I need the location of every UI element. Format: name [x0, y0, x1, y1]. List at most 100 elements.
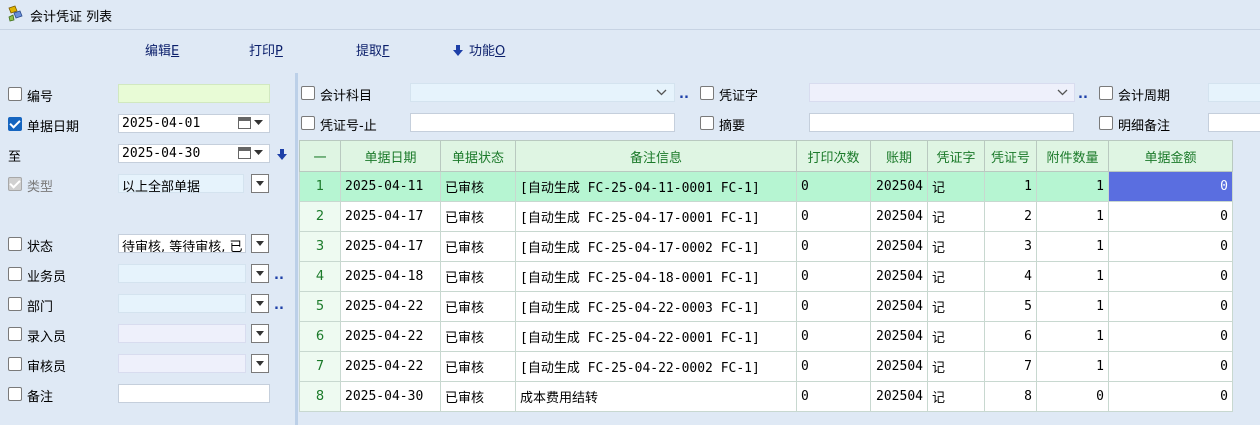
salesman-browse-button[interactable]: ..: [274, 268, 284, 283]
voucher-word-browse-button[interactable]: ..: [1078, 87, 1088, 102]
row-index[interactable]: 5: [299, 291, 341, 322]
entry-clerk-checkbox[interactable]: [8, 327, 22, 341]
cell-remark[interactable]: [自动生成 FC-25-04-11-0001 FC-1]: [515, 171, 797, 202]
cell-voucher-word[interactable]: 记: [927, 321, 985, 352]
voucher-no-end-input[interactable]: [410, 113, 675, 132]
summary-checkbox[interactable]: [700, 116, 714, 130]
row-index[interactable]: 6: [299, 321, 341, 352]
remark-input[interactable]: [118, 384, 270, 403]
row-index[interactable]: 1: [299, 171, 341, 202]
cell-amount[interactable]: 0: [1108, 261, 1233, 292]
cell-amount[interactable]: 0: [1108, 381, 1233, 412]
status-select[interactable]: 待审核, 等待审核, 已: [118, 234, 246, 253]
cell-period[interactable]: 202504: [870, 171, 928, 202]
calendar-icon[interactable]: [238, 117, 251, 129]
row-index[interactable]: 3: [299, 231, 341, 262]
department-dropdown-button[interactable]: [251, 294, 269, 313]
col-header-date[interactable]: 单据日期: [340, 140, 441, 172]
cell-voucher-word[interactable]: 记: [927, 201, 985, 232]
table-row[interactable]: 6 2025-04-22 已审核 [自动生成 FC-25-04-22-0001 FC-…: [299, 321, 1233, 352]
cell-attachments[interactable]: 1: [1036, 291, 1109, 322]
voucher-no-end-checkbox[interactable]: [301, 116, 315, 130]
cell-attachments[interactable]: 1: [1036, 171, 1109, 202]
cell-voucher-word[interactable]: 记: [927, 291, 985, 322]
col-header-amount[interactable]: 单据金额: [1108, 140, 1233, 172]
cell-voucher-no[interactable]: 4: [984, 261, 1037, 292]
chevron-down-icon[interactable]: [1057, 89, 1068, 96]
cell-voucher-no[interactable]: 7: [984, 351, 1037, 382]
grid-corner[interactable]: 一: [299, 140, 341, 172]
table-row[interactable]: 1 2025-04-11 已审核 [自动生成 FC-25-04-11-0001 FC-…: [299, 171, 1233, 202]
cell-period[interactable]: 202504: [870, 321, 928, 352]
account-period-input[interactable]: [1208, 83, 1260, 102]
table-row[interactable]: 5 2025-04-22 已审核 [自动生成 FC-25-04-22-0003 FC-…: [299, 291, 1233, 322]
cell-remark[interactable]: [自动生成 FC-25-04-22-0001 FC-1]: [515, 321, 797, 352]
col-header-voucher-word[interactable]: 凭证字: [927, 140, 985, 172]
cell-attachments[interactable]: 1: [1036, 351, 1109, 382]
cell-amount[interactable]: 0: [1108, 291, 1233, 322]
cell-date[interactable]: 2025-04-22: [340, 351, 441, 382]
cell-date[interactable]: 2025-04-30: [340, 381, 441, 412]
entry-clerk-dropdown-button[interactable]: [251, 324, 269, 343]
cell-status[interactable]: 已审核: [440, 171, 516, 202]
salesman-select[interactable]: [118, 264, 246, 283]
cell-period[interactable]: 202504: [870, 261, 928, 292]
summary-input[interactable]: [809, 113, 1074, 132]
table-row[interactable]: 2 2025-04-17 已审核 [自动生成 FC-25-04-17-0001 FC-…: [299, 201, 1233, 232]
number-checkbox[interactable]: [8, 87, 22, 101]
cell-amount[interactable]: 0: [1108, 321, 1233, 352]
chevron-down-icon[interactable]: [254, 120, 263, 126]
col-header-period[interactable]: 账期: [870, 140, 928, 172]
auditor-checkbox[interactable]: [8, 357, 22, 371]
cell-voucher-word[interactable]: 记: [927, 231, 985, 262]
cell-attachments[interactable]: 1: [1036, 261, 1109, 292]
cell-date[interactable]: 2025-04-17: [340, 231, 441, 262]
cell-date[interactable]: 2025-04-11: [340, 171, 441, 202]
cell-period[interactable]: 202504: [870, 351, 928, 382]
col-header-attachments[interactable]: 附件数量: [1036, 140, 1109, 172]
cell-date[interactable]: 2025-04-22: [340, 291, 441, 322]
cell-attachments[interactable]: 1: [1036, 321, 1109, 352]
cell-remark[interactable]: [自动生成 FC-25-04-22-0003 FC-1]: [515, 291, 797, 322]
col-header-remark[interactable]: 备注信息: [515, 140, 797, 172]
cell-print-count[interactable]: 0: [796, 321, 871, 352]
edit-button[interactable]: 编辑E: [145, 40, 179, 59]
cell-print-count[interactable]: 0: [796, 231, 871, 262]
department-browse-button[interactable]: ..: [274, 298, 284, 313]
cell-remark[interactable]: [自动生成 FC-25-04-17-0002 FC-1]: [515, 231, 797, 262]
account-subject-select[interactable]: [410, 83, 675, 102]
extract-button[interactable]: 提取F: [356, 40, 390, 59]
department-select[interactable]: [118, 294, 246, 313]
cell-period[interactable]: 202504: [870, 291, 928, 322]
cell-remark[interactable]: [自动生成 FC-25-04-22-0002 FC-1]: [515, 351, 797, 382]
print-button[interactable]: 打印P: [249, 40, 283, 59]
cell-attachments[interactable]: 0: [1036, 381, 1109, 412]
status-dropdown-button[interactable]: [251, 234, 269, 253]
arrow-down-icon[interactable]: [277, 149, 287, 160]
cell-amount[interactable]: 0: [1108, 171, 1233, 202]
cell-status[interactable]: 已审核: [440, 261, 516, 292]
auditor-dropdown-button[interactable]: [251, 354, 269, 373]
cell-attachments[interactable]: 1: [1036, 201, 1109, 232]
voucher-word-checkbox[interactable]: [700, 86, 714, 100]
cell-voucher-word[interactable]: 记: [927, 351, 985, 382]
cell-amount[interactable]: 0: [1108, 351, 1233, 382]
status-checkbox[interactable]: [8, 237, 22, 251]
chevron-down-icon[interactable]: [656, 89, 667, 96]
voucher-word-select[interactable]: [809, 83, 1075, 102]
table-row[interactable]: 4 2025-04-18 已审核 [自动生成 FC-25-04-18-0001 FC-…: [299, 261, 1233, 292]
table-row[interactable]: 7 2025-04-22 已审核 [自动生成 FC-25-04-22-0002 FC-…: [299, 351, 1233, 382]
cell-status[interactable]: 已审核: [440, 201, 516, 232]
table-row[interactable]: 8 2025-04-30 已审核 成本费用结转 0 202504 记 8 0 0: [299, 381, 1233, 412]
table-row[interactable]: 3 2025-04-17 已审核 [自动生成 FC-25-04-17-0002 FC-…: [299, 231, 1233, 262]
cell-amount[interactable]: 0: [1108, 231, 1233, 262]
auditor-select[interactable]: [118, 354, 246, 373]
cell-attachments[interactable]: 1: [1036, 231, 1109, 262]
row-index[interactable]: 2: [299, 201, 341, 232]
cell-print-count[interactable]: 0: [796, 351, 871, 382]
cell-print-count[interactable]: 0: [796, 201, 871, 232]
entry-clerk-select[interactable]: [118, 324, 246, 343]
cell-print-count[interactable]: 0: [796, 261, 871, 292]
cell-status[interactable]: 已审核: [440, 291, 516, 322]
detail-remark-input[interactable]: [1208, 113, 1260, 132]
